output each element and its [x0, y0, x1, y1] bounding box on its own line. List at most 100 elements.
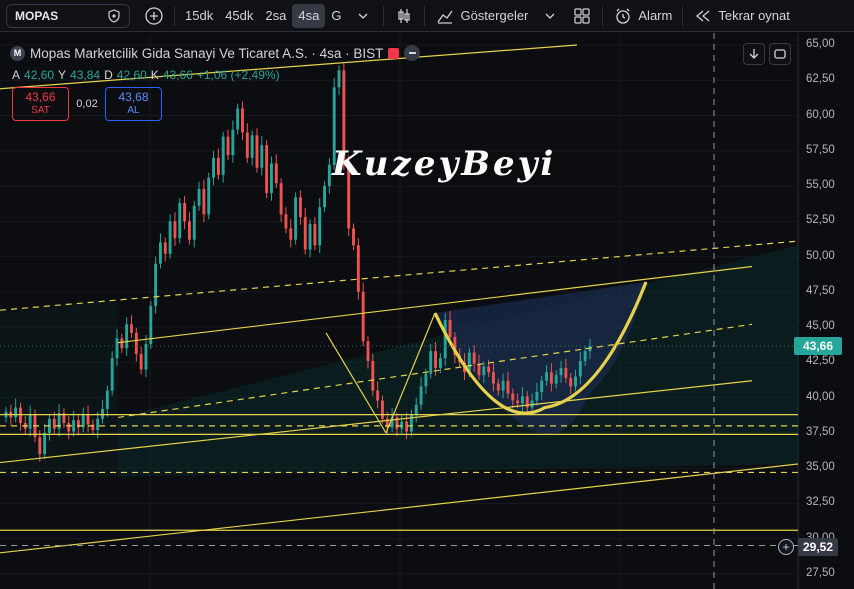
symbol-search[interactable]: MOPAS	[6, 3, 130, 28]
maximize-button[interactable]	[769, 43, 791, 65]
candle-body	[540, 380, 544, 393]
rewind-icon	[696, 10, 710, 21]
candle-body	[352, 228, 355, 246]
candle-body	[554, 375, 558, 384]
candle-body	[545, 372, 549, 381]
price-tick: 37,50	[806, 425, 835, 438]
price-tick: 65,00	[806, 38, 835, 50]
sell-button[interactable]: 43,66 SAT	[12, 87, 69, 121]
candle-body	[323, 186, 326, 208]
interval-45dk[interactable]: 45dk	[219, 4, 259, 28]
indicators-icon	[437, 10, 453, 24]
chevron-down-icon	[359, 13, 368, 19]
candle-body	[313, 224, 317, 246]
top-toolbar: MOPAS 15dk 45dk 2sa 4sa G Göstergeler Al…	[0, 0, 854, 32]
series-legend: M Mopas Marketcilik Gida Sanayi Ve Ticar…	[10, 45, 421, 61]
maximize-icon	[774, 49, 786, 59]
candle-body	[274, 163, 278, 184]
plus-circle-icon	[145, 6, 163, 25]
replay-label: Tekrar oynat	[718, 8, 790, 23]
buy-button[interactable]: 43,68 AL	[105, 87, 162, 121]
trade-buttons: 43,66 SAT 0,02 43,68 AL	[12, 87, 162, 121]
candle-body	[245, 132, 249, 158]
candle-body	[163, 242, 167, 254]
candle-body	[19, 407, 22, 424]
chevron-down-icon	[545, 13, 555, 19]
candle-body	[520, 396, 524, 404]
candle-body	[221, 136, 225, 175]
high-value: 43,84	[70, 68, 101, 82]
layout-button[interactable]	[566, 4, 598, 28]
candle-body	[318, 207, 322, 246]
replay-button[interactable]: Tekrar oynat	[687, 4, 796, 28]
candle-body	[337, 70, 341, 88]
candle-body	[443, 320, 447, 359]
crosshair-price-value: 29,52	[798, 538, 839, 556]
indicators-dropdown[interactable]	[534, 4, 566, 28]
candle-body	[419, 386, 423, 405]
interval-dropdown[interactable]	[347, 4, 379, 28]
chart-pane[interactable]: M Mopas Marketcilik Gida Sanayi Ve Ticar…	[0, 33, 854, 589]
candle-body	[424, 373, 428, 387]
candle-body	[86, 414, 90, 425]
pane-controls	[743, 43, 791, 65]
candle-body	[96, 418, 100, 431]
candle-body	[110, 358, 114, 391]
candle-body	[144, 344, 148, 370]
candle-body	[216, 157, 220, 175]
red-flag-icon[interactable]	[388, 47, 400, 59]
candle-body	[400, 421, 404, 429]
indicators-button[interactable]: Göstergeler	[429, 4, 534, 28]
buy-label: AL	[127, 105, 140, 116]
candle-body	[279, 183, 283, 215]
price-tick: 47,50	[806, 284, 835, 297]
candle-body	[298, 197, 302, 218]
candle-body	[125, 324, 129, 349]
low-value: 42,60	[116, 68, 147, 82]
candle-body	[187, 221, 191, 240]
sell-label: SAT	[31, 105, 50, 116]
price-tick: 60,00	[806, 108, 835, 121]
candle-body	[448, 320, 452, 338]
price-tick: 32,50	[806, 496, 835, 509]
candle-body	[511, 393, 515, 401]
high-key: Y	[58, 68, 67, 82]
add-symbol-button[interactable]	[138, 4, 170, 28]
collapse-legend-icon[interactable]	[404, 45, 421, 61]
candle-body	[477, 363, 481, 376]
compare-shield-icon[interactable]	[107, 8, 121, 23]
chart-type-button[interactable]	[388, 4, 420, 28]
candle-body	[549, 372, 553, 384]
candle-body	[178, 202, 182, 239]
alert-button[interactable]: Alarm	[607, 4, 678, 28]
candle-body	[207, 177, 211, 215]
candle-body	[569, 377, 573, 387]
price-tick: 42,50	[806, 355, 835, 368]
candle-body	[120, 338, 124, 349]
indicators-label: Göstergeler	[460, 8, 529, 23]
candle-body	[139, 353, 143, 370]
interval-4sa[interactable]: 4sa	[292, 3, 326, 28]
candle-body	[434, 351, 438, 369]
sell-price: 43,66	[25, 90, 56, 104]
add-plus-icon[interactable]: +	[778, 539, 794, 555]
candle-body	[231, 129, 235, 156]
candle-body	[381, 400, 384, 419]
toolbar-separator	[682, 5, 684, 26]
price-tick: 35,00	[806, 461, 835, 474]
candle-body	[371, 360, 375, 391]
interval-g[interactable]: G	[325, 4, 347, 28]
low-key: D	[104, 68, 113, 82]
scroll-down-button[interactable]	[743, 43, 765, 65]
crosshair-price: + 29,52	[778, 537, 839, 557]
interval-15dk[interactable]: 15dk	[179, 4, 219, 28]
grid-layout-icon	[574, 7, 590, 24]
symbol-logo: M	[10, 45, 25, 61]
candle-body	[472, 352, 476, 364]
candle-body	[492, 372, 495, 384]
candle-body	[101, 408, 104, 419]
interval-2sa[interactable]: 2sa	[259, 4, 292, 28]
price-tick: 57,50	[806, 143, 835, 156]
change-value: +1,06 (+2,49%)	[196, 68, 280, 82]
candle-body	[289, 228, 293, 240]
